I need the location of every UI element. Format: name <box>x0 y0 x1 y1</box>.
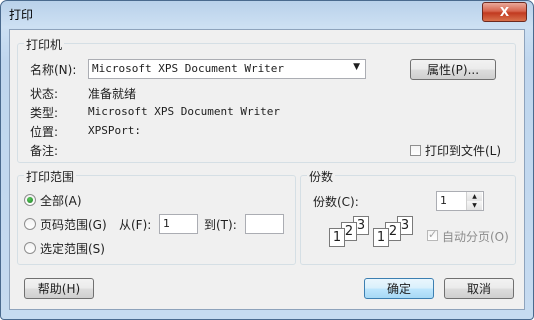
from-label: 从(F): <box>119 218 152 232</box>
copies-legend: 份数 <box>307 168 336 185</box>
to-label: 到(T): <box>204 218 237 232</box>
triangle-down-icon[interactable]: ▼ <box>467 201 482 210</box>
triangle-up-icon[interactable]: ▲ <box>467 192 482 201</box>
to-page-input[interactable] <box>245 214 284 234</box>
properties-button[interactable]: 属性(P)... <box>410 59 496 80</box>
printer-name-value: Microsoft XPS Document Writer <box>92 62 285 75</box>
status-value: 准备就绪 <box>88 87 137 101</box>
type-label: 类型: <box>30 106 59 120</box>
print-dialog: 打印 X 打印机 名称(N): Microsoft XPS Document W… <box>0 0 534 320</box>
page-1-icon: 1 <box>373 228 389 247</box>
copies-label: 份数(C): <box>313 195 359 209</box>
from-page-input[interactable]: 1 <box>159 214 198 234</box>
close-icon: X <box>499 5 510 19</box>
checkmark-icon: ✓ <box>428 228 438 241</box>
radio-selected-dot <box>27 197 33 203</box>
collate-pages-icon-1: 3 2 1 <box>329 216 369 250</box>
window-title: 打印 <box>9 8 34 22</box>
close-button[interactable]: X <box>482 2 527 22</box>
copies-input[interactable]: 1 ▲ ▼ <box>436 191 484 211</box>
copies-group: 份数 份数(C): 1 ▲ ▼ 3 2 1 3 2 1 ✓ 自动分页(O) <box>300 168 516 265</box>
copies-value: 1 <box>440 194 447 207</box>
range-pages-label[interactable]: 页码范围(G) <box>40 216 107 233</box>
range-all-label[interactable]: 全部(A) <box>40 192 82 209</box>
collate-label: 自动分页(O) <box>442 230 509 244</box>
printer-group: 打印机 名称(N): Microsoft XPS Document Writer… <box>17 36 516 163</box>
print-to-file-checkbox[interactable] <box>410 145 421 156</box>
page-1-icon: 1 <box>329 228 345 247</box>
collate-checkbox[interactable]: ✓ <box>427 228 438 241</box>
type-value: Microsoft XPS Document Writer <box>88 105 281 118</box>
comment-label: 备注: <box>30 144 59 158</box>
collate-pages-icon-2: 3 2 1 <box>373 216 413 250</box>
printer-name-label: 名称(N): <box>30 63 77 77</box>
range-all-radio[interactable] <box>24 194 36 206</box>
location-label: 位置: <box>30 125 59 139</box>
dialog-body: 打印机 名称(N): Microsoft XPS Document Writer… <box>9 29 525 310</box>
help-button[interactable]: 帮助(H) <box>24 278 94 299</box>
range-pages-radio[interactable] <box>24 218 36 230</box>
print-range-legend: 打印范围 <box>24 168 77 185</box>
print-range-group: 打印范围 全部(A) 页码范围(G) 从(F): 1 到(T): 选定范围(S) <box>17 168 296 265</box>
location-value: XPSPort: <box>88 124 141 137</box>
ok-button[interactable]: 确定 <box>364 278 434 299</box>
print-to-file-label[interactable]: 打印到文件(L) <box>425 142 501 159</box>
title-bar[interactable]: 打印 X <box>1 1 533 27</box>
range-selection-radio[interactable] <box>24 242 36 254</box>
cancel-button[interactable]: 取消 <box>444 278 514 299</box>
printer-group-legend: 打印机 <box>24 36 65 53</box>
range-selection-label[interactable]: 选定范围(S) <box>40 240 105 257</box>
printer-name-select[interactable]: Microsoft XPS Document Writer ▼ <box>88 59 366 79</box>
chevron-down-icon: ▼ <box>353 62 360 72</box>
status-label: 状态: <box>30 87 59 101</box>
copies-spinner[interactable]: ▲ ▼ <box>466 192 483 210</box>
